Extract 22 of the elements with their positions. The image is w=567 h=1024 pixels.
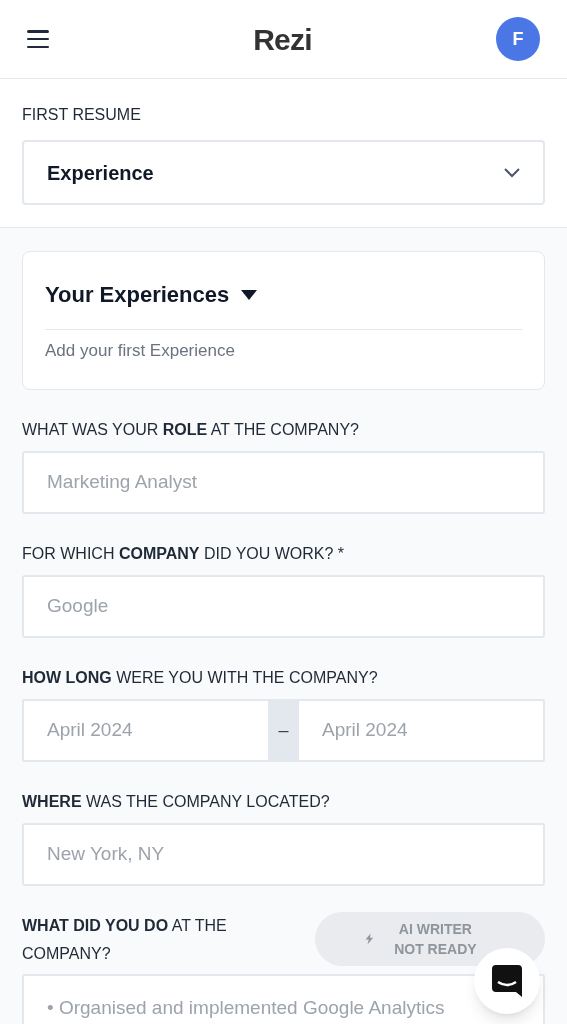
field-label: WHAT WAS YOUR ROLE AT THE COMPANY?	[22, 419, 360, 440]
resume-label: FIRST RESUME	[22, 105, 142, 125]
menu-icon[interactable]	[27, 30, 49, 48]
experiences-toggle[interactable]: Your Experiences	[45, 278, 522, 330]
text-field[interactable]: Marketing Analyst	[22, 450, 545, 514]
logo: Rezi	[253, 21, 312, 58]
field-label: WHERE WAS THE COMPANY LOCATED?	[22, 791, 331, 812]
description-field[interactable]: • Organised and implemented Google Analytics	[22, 973, 545, 1024]
text-field[interactable]: New York, NY	[22, 822, 545, 886]
field-label: WHAT DID YOU DO AT THE COMPANY?	[22, 915, 228, 964]
text-field[interactable]: Google	[22, 574, 545, 638]
avatar[interactable]: F	[496, 17, 540, 61]
start-date-field[interactable]: April 2024	[22, 698, 270, 762]
chat-icon	[492, 965, 522, 997]
end-date-field[interactable]: April 2024	[297, 698, 545, 762]
field-label: FOR WHICH COMPANY DID YOU WORK? *	[22, 543, 346, 564]
caret-icon	[241, 289, 258, 300]
chevron-down-icon	[504, 167, 520, 178]
experiences-hint: Add your first Experience	[45, 340, 236, 362]
date-separator: –	[277, 718, 290, 742]
field-label: HOW LONG WERE YOU WITH THE COMPANY?	[22, 667, 379, 688]
section-select[interactable]: Experience	[22, 140, 545, 205]
